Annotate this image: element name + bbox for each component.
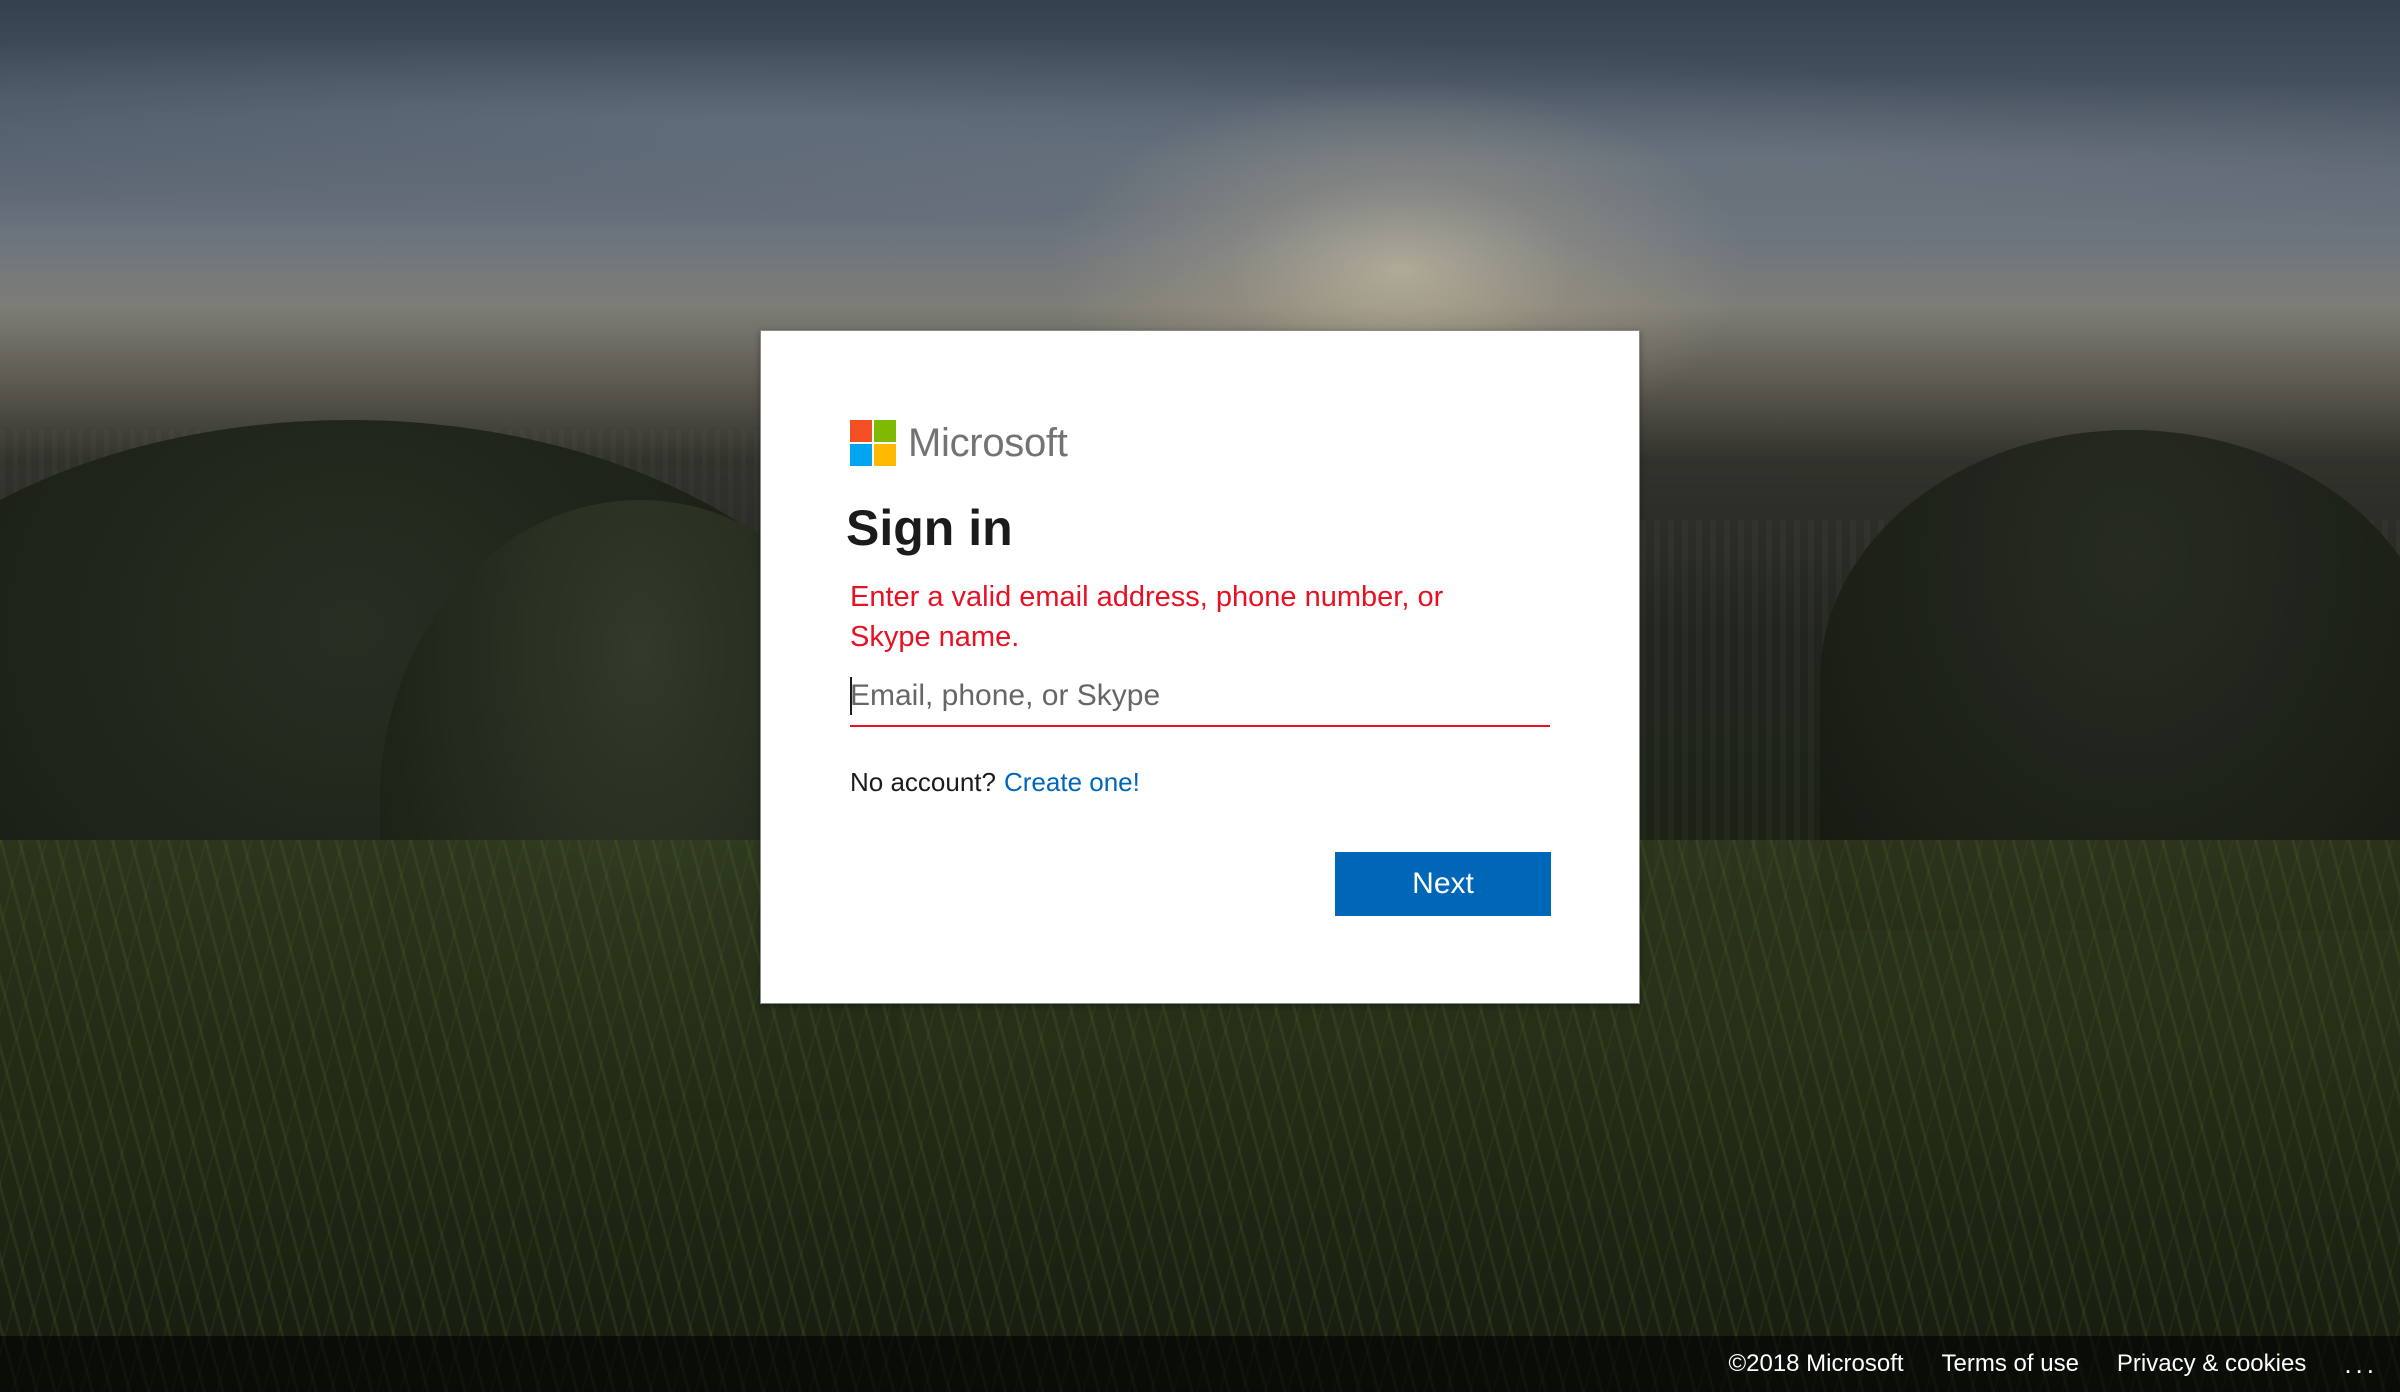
page-title: Sign in	[846, 500, 1013, 556]
text-caret	[850, 677, 852, 715]
signin-card: Microsoft Sign in Enter a valid email ad…	[760, 330, 1640, 1004]
email-field[interactable]	[850, 667, 1550, 727]
create-account-link[interactable]: Create one!	[1004, 767, 1140, 797]
logo-wordmark: Microsoft	[908, 420, 1068, 465]
next-button[interactable]: Next	[1335, 852, 1551, 916]
microsoft-logo-icon	[850, 420, 896, 466]
no-account-row: No account? Create one!	[850, 767, 1140, 798]
microsoft-logo: Microsoft	[850, 420, 1068, 466]
terms-of-use-link[interactable]: Terms of use	[1942, 1350, 2079, 1378]
logo-square-yellow	[874, 444, 896, 466]
more-options-icon[interactable]: ...	[2344, 1349, 2378, 1380]
logo-square-blue	[850, 444, 872, 466]
logo-square-red	[850, 420, 872, 442]
copyright-text: ©2018 Microsoft	[1728, 1350, 1904, 1377]
privacy-cookies-link[interactable]: Privacy & cookies	[2117, 1350, 2306, 1378]
error-message: Enter a valid email address, phone numbe…	[850, 581, 1444, 653]
footer-bar: ©2018 Microsoft Terms of use Privacy & c…	[0, 1336, 2400, 1392]
no-account-label: No account?	[850, 767, 996, 797]
logo-square-green	[874, 420, 896, 442]
